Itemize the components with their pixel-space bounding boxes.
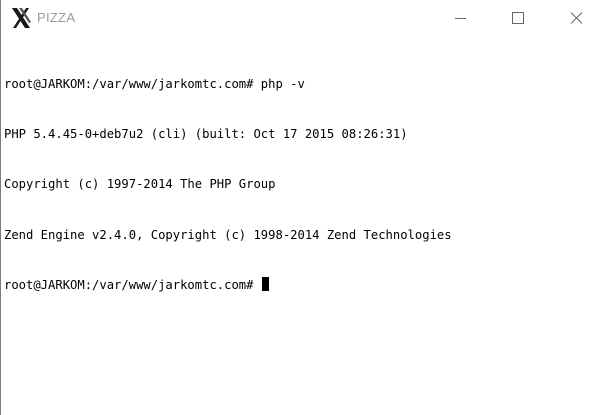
terminal-prompt-line[interactable]: root@JARKOM:/var/www/jarkomtc.com# [4,277,602,294]
minimize-button[interactable] [437,0,483,38]
maximize-icon [512,12,524,24]
close-button[interactable] [553,0,599,38]
terminal-window: PIZZA root@JARKOM:/var/www/jarkomtc.com#… [0,0,605,415]
title-bar[interactable]: PIZZA [1,0,605,38]
terminal-line: PHP 5.4.45-0+deb7u2 (cli) (built: Oct 17… [4,126,408,141]
terminal-line: Copyright (c) 1997-2014 The PHP Group [4,177,276,192]
terminal-prompt: root@JARKOM:/var/www/jarkomtc.com# [4,278,261,293]
x-logo-icon [10,7,32,29]
terminal-line: root@JARKOM:/var/www/jarkomtc.com# php -… [4,76,305,91]
terminal-output[interactable]: root@JARKOM:/var/www/jarkomtc.com# php -… [4,42,602,412]
maximize-button[interactable] [495,0,541,38]
terminal-line: Zend Engine v2.4.0, Copyright (c) 1998-2… [4,227,452,242]
window-title: PIZZA [37,10,76,25]
text-cursor [261,277,269,292]
close-icon [570,12,583,24]
minimize-icon [455,18,466,19]
